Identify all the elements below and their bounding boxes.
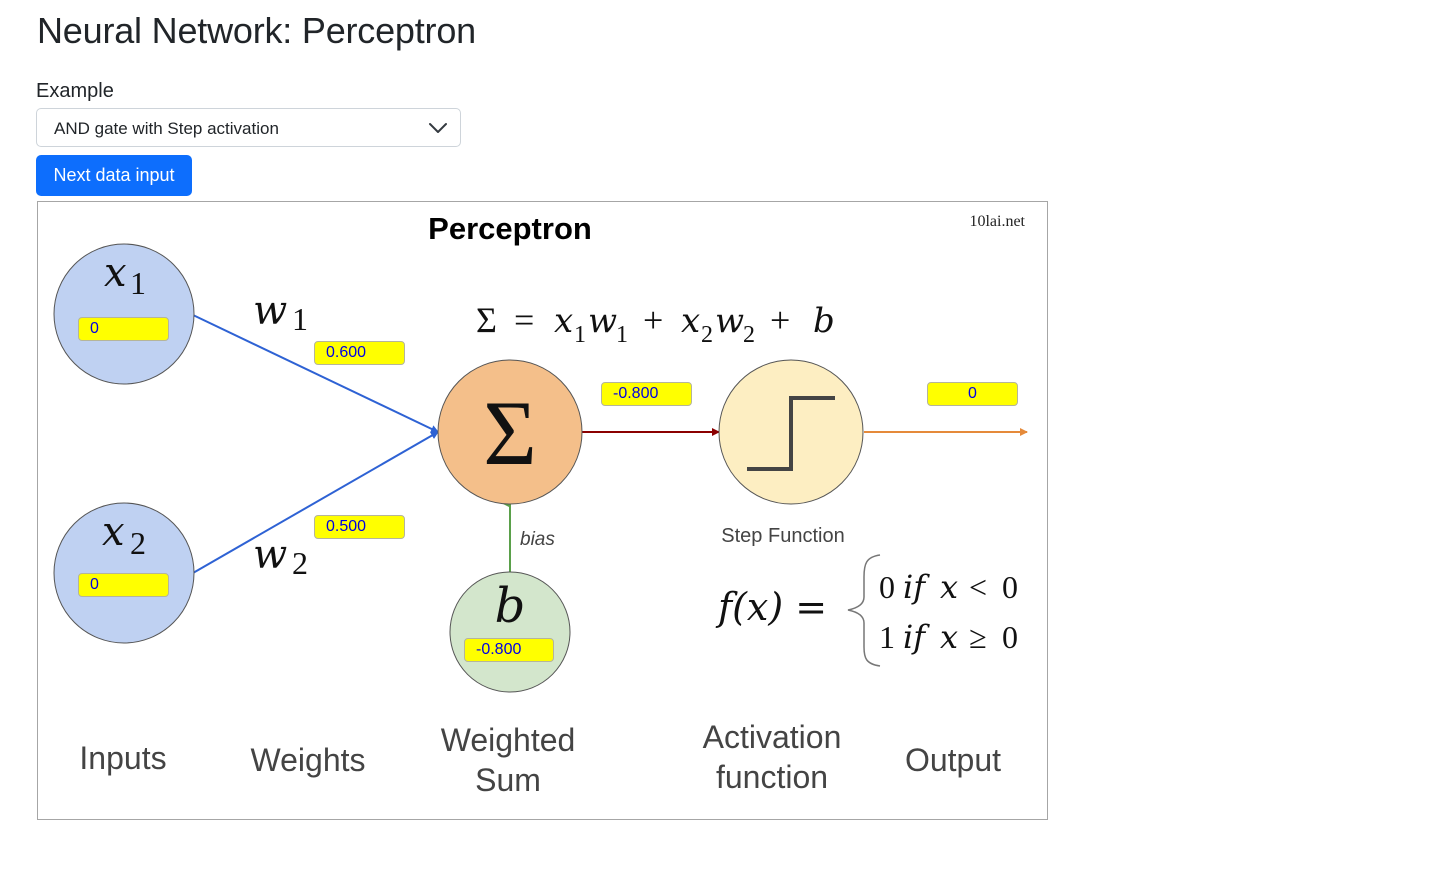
input-node-x1: x 1 (53, 243, 195, 385)
chevron-down-icon (429, 123, 447, 133)
w1-subscript: 1 (292, 301, 308, 337)
case1-rhs: 0 (1002, 569, 1018, 605)
stage-label-activation-line2: function (716, 759, 828, 795)
stage-label-weighted-sum-line1: Weighted (441, 722, 576, 758)
x2-value-box[interactable]: 0 (78, 573, 169, 597)
x2-subscript: 2 (130, 525, 146, 561)
w2-symbol: w (253, 532, 287, 578)
formula-plus-2: + (770, 300, 790, 340)
x1-symbol: x (104, 250, 127, 296)
weight-label-w1: w 1 (253, 288, 308, 337)
output-value-box: 0 (927, 382, 1018, 406)
formula-equals: = (514, 300, 534, 340)
sigma-symbol: Σ (483, 382, 537, 484)
formula-w1: w (588, 301, 617, 341)
watermark: 10lai.net (969, 213, 1025, 230)
weight-label-w2: w 2 (253, 532, 308, 581)
formula-w1-sub: 1 (616, 322, 628, 348)
example-label: Example (36, 80, 114, 102)
step-activation-node (718, 359, 864, 505)
stage-label-weighted-sum-line2: Sum (475, 762, 541, 798)
formula-w2-sub: 2 (743, 322, 755, 348)
bias-edge-label: bias (520, 529, 555, 550)
next-data-input-button[interactable]: Next data input (36, 155, 192, 196)
edge-x1-to-sum (192, 314, 439, 433)
step-formula-lhs: f(x) = (715, 585, 827, 629)
formula-w2: w (715, 301, 744, 341)
brace-icon (847, 554, 881, 667)
formula-x1: x (554, 301, 573, 341)
diagram-title: Perceptron (428, 211, 592, 246)
w2-subscript: 2 (292, 545, 308, 581)
bias-node: b (449, 571, 571, 693)
example-select[interactable]: AND gate with Step activation (36, 108, 461, 147)
weighted-sum-value-box: -0.800 (601, 382, 692, 406)
case2-if: if (903, 618, 930, 656)
case2-value: 1 (879, 619, 895, 655)
case1-if: if (903, 568, 930, 606)
w1-value-box[interactable]: 0.600 (314, 341, 405, 365)
stage-label-inputs: Inputs (79, 740, 166, 776)
weighted-sum-formula: Σ = x 1 w 1 + x 2 w 2 + b (476, 300, 835, 348)
x2-symbol: x (102, 509, 125, 555)
case1-op: < (969, 569, 987, 605)
case2-var: x (940, 618, 958, 656)
perceptron-diagram: Perceptron 10lai.net Σ = x 1 w 1 + x 2 w… (37, 201, 1048, 820)
page-title: Neural Network: Perceptron (37, 10, 476, 51)
step-function-formula: f(x) = 0 if x < 0 1 if x ≥ 0 (715, 554, 1018, 667)
x1-subscript: 1 (130, 265, 146, 301)
example-select-value: AND gate with Step activation (54, 119, 279, 138)
diagram-canvas: Perceptron 10lai.net Σ = x 1 w 1 + x 2 w… (53, 211, 1028, 798)
w1-symbol: w (253, 288, 287, 334)
sum-node: Σ (437, 359, 583, 505)
edge-x2-to-sum (192, 431, 439, 574)
formula-x2-sub: 2 (701, 322, 713, 348)
case1-var: x (940, 568, 958, 606)
case1-value: 0 (879, 569, 895, 605)
formula-sigma: Σ (476, 300, 497, 340)
stage-label-weights: Weights (250, 742, 365, 778)
step-function-caption: Step Function (721, 525, 844, 547)
formula-plus-1: + (643, 300, 663, 340)
case2-op: ≥ (969, 619, 987, 655)
case2-rhs: 0 (1002, 619, 1018, 655)
w2-value-box[interactable]: 0.500 (314, 515, 405, 539)
stage-label-activation-line1: Activation (703, 719, 842, 755)
bias-symbol: b (495, 578, 526, 634)
bias-value-box[interactable]: -0.800 (464, 638, 554, 662)
formula-x2: x (681, 301, 700, 341)
stage-label-output: Output (905, 742, 1001, 778)
formula-x1-sub: 1 (574, 322, 586, 348)
x1-value-box[interactable]: 0 (78, 317, 169, 341)
formula-b: b (813, 301, 835, 341)
